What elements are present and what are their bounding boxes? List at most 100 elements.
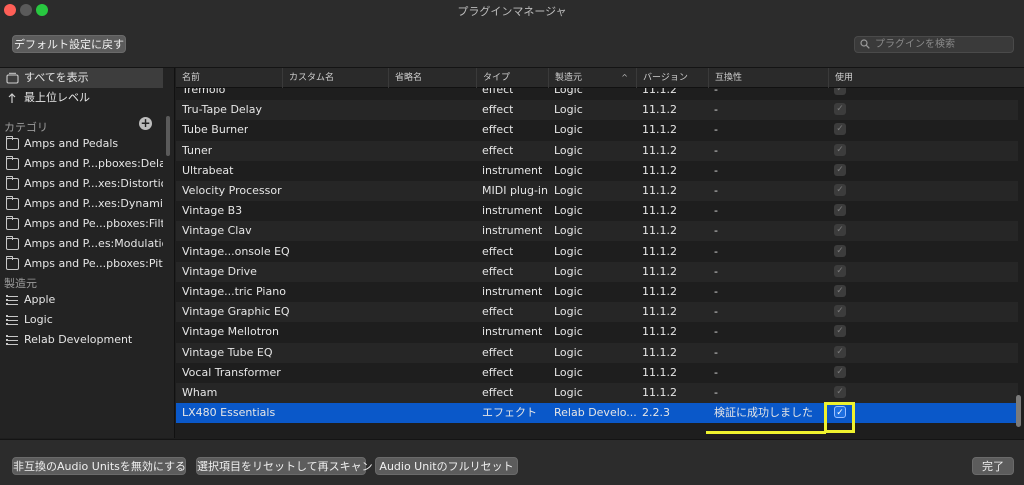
cell-compat: - [714, 123, 718, 137]
table-row[interactable]: Velocity Processor MIDI plug-in Logic 11.1.… [176, 181, 1018, 201]
sidebar-item-category[interactable]: Amps and P...pboxes:Delay [0, 154, 163, 174]
table-header: 名前 カスタム名 省略名 タイプ 製造元 ^ バージョン 互換性 使用 [176, 68, 1024, 88]
column-header-version[interactable]: バージョン [636, 68, 708, 88]
cell-type: effect [482, 244, 514, 258]
cell-manufacturer: Logic [554, 264, 583, 278]
sidebar-item-category[interactable]: Amps and Pe...pboxes:Filter [0, 214, 163, 234]
use-checkbox[interactable]: ✓ [834, 163, 846, 176]
use-checkbox[interactable]: ✓ [834, 365, 846, 378]
use-checkbox[interactable]: ✓ [834, 224, 846, 237]
use-checkbox[interactable]: ✓ [834, 143, 846, 156]
cell-manufacturer: Relab Develo... [554, 406, 637, 420]
sidebar-item-top-level[interactable]: 最上位レベル [0, 88, 163, 108]
sidebar-scrollbar[interactable] [166, 116, 170, 156]
reset-defaults-button[interactable]: デフォルト設定に戻す [12, 35, 126, 53]
cell-name: Vocal Transformer [182, 365, 281, 379]
use-checkbox[interactable]: ✓ [834, 123, 846, 136]
use-checkbox[interactable]: ✓ [834, 386, 846, 398]
cell-manufacturer: Logic [554, 103, 583, 117]
sort-ascending-icon: ^ [621, 73, 628, 82]
table-row[interactable]: Vintage Tube EQ effect Logic 11.1.2 - ✓ [176, 342, 1018, 363]
sidebar-item-category[interactable]: Amps and P...xes:Distortion [0, 174, 163, 194]
cell-compat: - [714, 184, 718, 197]
list-icon [6, 334, 19, 346]
cell-type: instrument [482, 285, 543, 298]
cell-compat: - [714, 386, 718, 399]
cell-manufacturer: Logic [554, 305, 583, 319]
table-row[interactable]: LX480 Essentials エフェクト Relab Develo... 2.2.… [176, 403, 1018, 424]
table-row[interactable]: Wham effect Logic 11.1.2 - ✓ [176, 383, 1018, 403]
sidebar-item-show-all[interactable]: すべてを表示 [0, 68, 163, 88]
cell-name: Vintage Drive [182, 264, 257, 278]
cell-version: 11.1.2 [642, 365, 677, 379]
add-category-button[interactable]: + [139, 117, 152, 130]
use-checkbox[interactable]: ✓ [834, 103, 846, 116]
category-header: カテゴリ [4, 121, 48, 134]
cell-type: instrument [482, 224, 543, 238]
cell-name: Tru-Tape Delay [182, 103, 262, 117]
done-button[interactable]: 完了 [972, 457, 1014, 475]
sidebar-item-manufacturer[interactable]: Apple [0, 290, 163, 310]
list-icon [6, 314, 19, 326]
column-header-use[interactable]: 使用 [828, 68, 1018, 88]
cell-manufacturer: Logic [554, 285, 583, 298]
reset-rescan-button[interactable]: 選択項目をリセットして再スキャン [196, 457, 373, 475]
table-row[interactable]: Vintage Graphic EQ effect Logic 11.1.2 - ✓ [176, 302, 1018, 323]
cell-name: Vintage Mellotron [182, 325, 280, 339]
cell-manufacturer: Logic [554, 325, 583, 339]
sidebar-item-category[interactable]: Amps and Pe...pboxes:Pitch [0, 254, 163, 270]
sidebar-item-manufacturer[interactable]: Relab Development [0, 330, 163, 350]
sidebar-item-label: Amps and Pe...pboxes:Filter [24, 217, 163, 230]
column-header-short-name[interactable]: 省略名 [388, 68, 476, 88]
column-header-manufacturer[interactable]: 製造元 ^ [548, 68, 636, 88]
cell-compat: - [714, 103, 718, 117]
table-row[interactable]: Tremolo effect Logic 11.1.2 - ✓ [176, 88, 1018, 100]
full-reset-button[interactable]: Audio Unitのフルリセット [375, 457, 518, 475]
disable-incompatible-button[interactable]: 非互換のAudio Unitsを無効にする [12, 457, 186, 475]
table-row[interactable]: Ultrabeat instrument Logic 11.1.2 - ✓ [176, 161, 1018, 181]
sidebar-item-manufacturer[interactable]: Logic [0, 310, 163, 330]
sidebar-item-category[interactable]: Amps and Pedals [0, 134, 163, 154]
sidebar-item-category[interactable]: Amps and P...xes:Dynamics [0, 194, 163, 214]
column-header-name[interactable]: 名前 [176, 68, 282, 88]
table-row[interactable]: Vintage Drive effect Logic 11.1.2 - ✓ [176, 261, 1018, 282]
use-checkbox[interactable]: ✓ [834, 204, 846, 217]
cell-compat: - [714, 143, 718, 157]
table-row[interactable]: Vintage Clav instrument Logic 11.1.2 - ✓ [176, 221, 1018, 242]
use-checkbox[interactable]: ✓ [834, 285, 846, 297]
sidebar-item-label: Logic [24, 313, 53, 326]
table-row[interactable]: Vintage...tric Piano instrument Logic 11.1.… [176, 282, 1018, 302]
folder-icon [6, 236, 19, 250]
use-checkbox[interactable]: ✓ [834, 325, 846, 338]
annotation-box [824, 402, 855, 433]
folder-icon [6, 176, 19, 190]
table-row[interactable]: Tube Burner effect Logic 11.1.2 - ✓ [176, 120, 1018, 140]
use-checkbox[interactable]: ✓ [834, 264, 846, 277]
table-row[interactable]: Vocal Transformer effect Logic 11.1.2 - ✓ [176, 363, 1018, 383]
window-title: プラグインマネージャ [457, 5, 567, 18]
column-header-type[interactable]: タイプ [476, 68, 548, 88]
sidebar-item-category[interactable]: Amps and P...es:Modulation [0, 234, 163, 254]
table-row[interactable]: Tru-Tape Delay effect Logic 11.1.2 - ✓ [176, 100, 1018, 121]
column-header-custom-name[interactable]: カスタム名 [282, 68, 388, 88]
cell-version: 11.1.2 [642, 204, 677, 218]
table-row[interactable]: Tuner effect Logic 11.1.2 - ✓ [176, 140, 1018, 161]
table-scrollbar[interactable] [1016, 395, 1021, 427]
use-checkbox[interactable]: ✓ [834, 305, 846, 318]
column-header-compatibility[interactable]: 互換性 [708, 68, 828, 88]
cell-version: 11.1.2 [642, 244, 677, 258]
table-row[interactable]: Vintage Mellotron instrument Logic 11.1.2 - ✓ [176, 322, 1018, 342]
use-checkbox[interactable]: ✓ [834, 244, 846, 257]
cell-version: 11.1.2 [642, 184, 677, 197]
cell-type: effect [482, 365, 514, 379]
search-field[interactable] [854, 36, 1014, 53]
table-row[interactable]: Vintage B3 instrument Logic 11.1.2 - ✓ [176, 201, 1018, 221]
cell-type: instrument [482, 204, 543, 218]
table-row[interactable]: Vintage...onsole EQ effect Logic 11.1.2 - ✓ [176, 242, 1018, 262]
use-checkbox[interactable]: ✓ [834, 184, 846, 196]
cell-version: 11.1.2 [642, 264, 677, 278]
use-checkbox[interactable]: ✓ [834, 88, 846, 95]
sidebar-item-label: Amps and P...xes:Distortion [24, 177, 163, 190]
search-input[interactable] [875, 37, 1009, 52]
use-checkbox[interactable]: ✓ [834, 345, 846, 358]
